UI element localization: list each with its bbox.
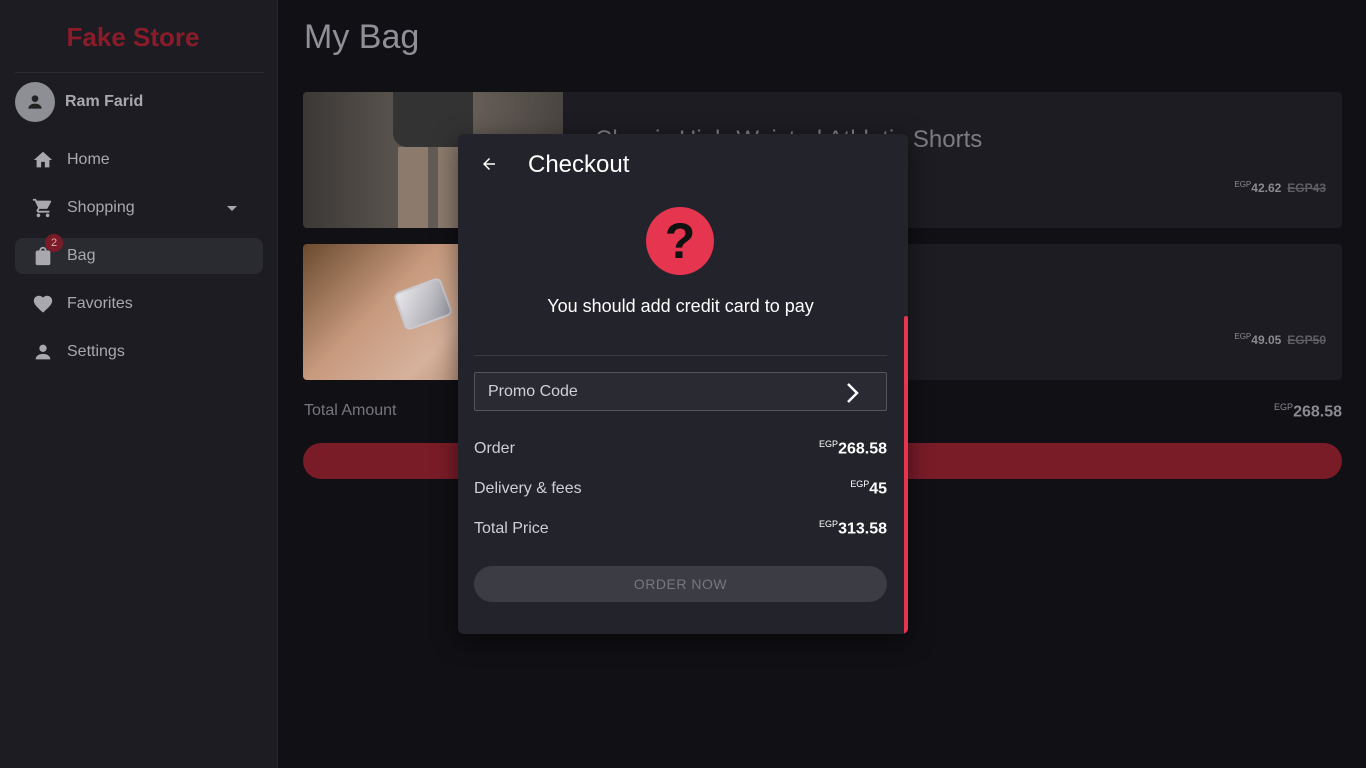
- row-value: EGP45: [850, 479, 887, 498]
- product-image-ring: [392, 276, 454, 332]
- cart-icon: [31, 196, 55, 220]
- total-value: 268.58: [1293, 403, 1342, 421]
- back-button[interactable]: [476, 151, 502, 177]
- promo-code-button[interactable]: Promo Code: [474, 372, 887, 411]
- total-amount-value: EGP268.58: [1274, 402, 1342, 421]
- sidebar-item-label: Shopping: [67, 199, 135, 216]
- sidebar-item-bag[interactable]: 2 Bag: [15, 234, 263, 274]
- price-value: 42.62: [1251, 181, 1282, 195]
- row-label: Delivery & fees: [474, 480, 582, 497]
- order-now-button[interactable]: ORDER NOW: [474, 566, 887, 602]
- question-icon: ?: [646, 207, 714, 275]
- divider: [474, 355, 887, 356]
- arrow-left-icon: [483, 158, 495, 170]
- user-name: Ram Farid: [65, 93, 144, 110]
- user-profile[interactable]: Ram Farid: [15, 82, 143, 122]
- page-title: My Bag: [304, 18, 420, 56]
- currency-label: EGP: [819, 439, 839, 450]
- scrollbar[interactable]: [904, 316, 908, 634]
- avatar: [15, 82, 55, 122]
- warning-message: You should add credit card to pay: [547, 296, 814, 316]
- currency-label: EGP: [850, 479, 870, 490]
- bag-count-badge: 2: [45, 234, 63, 252]
- row-value: EGP313.58: [819, 519, 887, 538]
- sidebar-item-shopping[interactable]: Shopping: [15, 190, 263, 226]
- heart-icon: [31, 292, 55, 316]
- sidebar-item-label: Settings: [67, 343, 125, 360]
- promo-code-label: Promo Code: [488, 382, 578, 400]
- product-price: EGP49.05 EGP50: [1234, 332, 1326, 347]
- caret-down-icon[interactable]: [227, 206, 237, 211]
- checkout-dialog: Checkout ? You should add credit card to…: [458, 134, 908, 634]
- sidebar-divider: [15, 72, 264, 73]
- total-price-row: Total Price EGP313.58: [474, 518, 887, 540]
- brand-logo[interactable]: Fake Store: [0, 22, 266, 53]
- home-icon: [31, 148, 55, 172]
- sidebar-item-label: Favorites: [67, 295, 133, 312]
- currency-label: EGP: [819, 519, 839, 530]
- price-value: 49.05: [1251, 333, 1282, 347]
- product-image-leg: [398, 147, 428, 228]
- sidebar: Fake Store Ram Farid Home Shopping 2 Bag…: [0, 0, 278, 768]
- sidebar-item-favorites[interactable]: Favorites: [15, 286, 263, 322]
- sidebar-item-label: Home: [67, 151, 110, 168]
- sidebar-nav: Home Shopping 2 Bag Favorites Settings: [15, 142, 263, 382]
- sidebar-item-settings[interactable]: Settings: [15, 334, 263, 370]
- value: 268.58: [838, 440, 887, 458]
- dialog-title: Checkout: [528, 151, 630, 178]
- currency-label: EGP: [1234, 332, 1252, 341]
- product-price: EGP42.62 EGP43: [1234, 180, 1326, 195]
- person-icon: [28, 95, 42, 109]
- total-amount-label: Total Amount: [304, 402, 397, 419]
- old-price: EGP43: [1287, 181, 1326, 195]
- old-price: EGP50: [1287, 333, 1326, 347]
- chevron-right-icon: [846, 382, 860, 409]
- sidebar-item-label: Bag: [67, 247, 96, 264]
- delivery-row: Delivery & fees EGP45: [474, 478, 887, 500]
- app: Fake Store Ram Farid Home Shopping 2 Bag…: [0, 0, 1366, 768]
- person-icon: [31, 340, 55, 364]
- row-value: EGP268.58: [819, 439, 887, 458]
- row-label: Total Price: [474, 520, 549, 537]
- row-label: Order: [474, 440, 515, 457]
- order-row: Order EGP268.58: [474, 438, 887, 460]
- value: 313.58: [838, 520, 887, 538]
- currency-label: EGP: [1234, 180, 1252, 189]
- currency-label: EGP: [1274, 402, 1294, 412]
- value: 45: [869, 480, 887, 498]
- sidebar-item-home[interactable]: Home: [15, 142, 263, 178]
